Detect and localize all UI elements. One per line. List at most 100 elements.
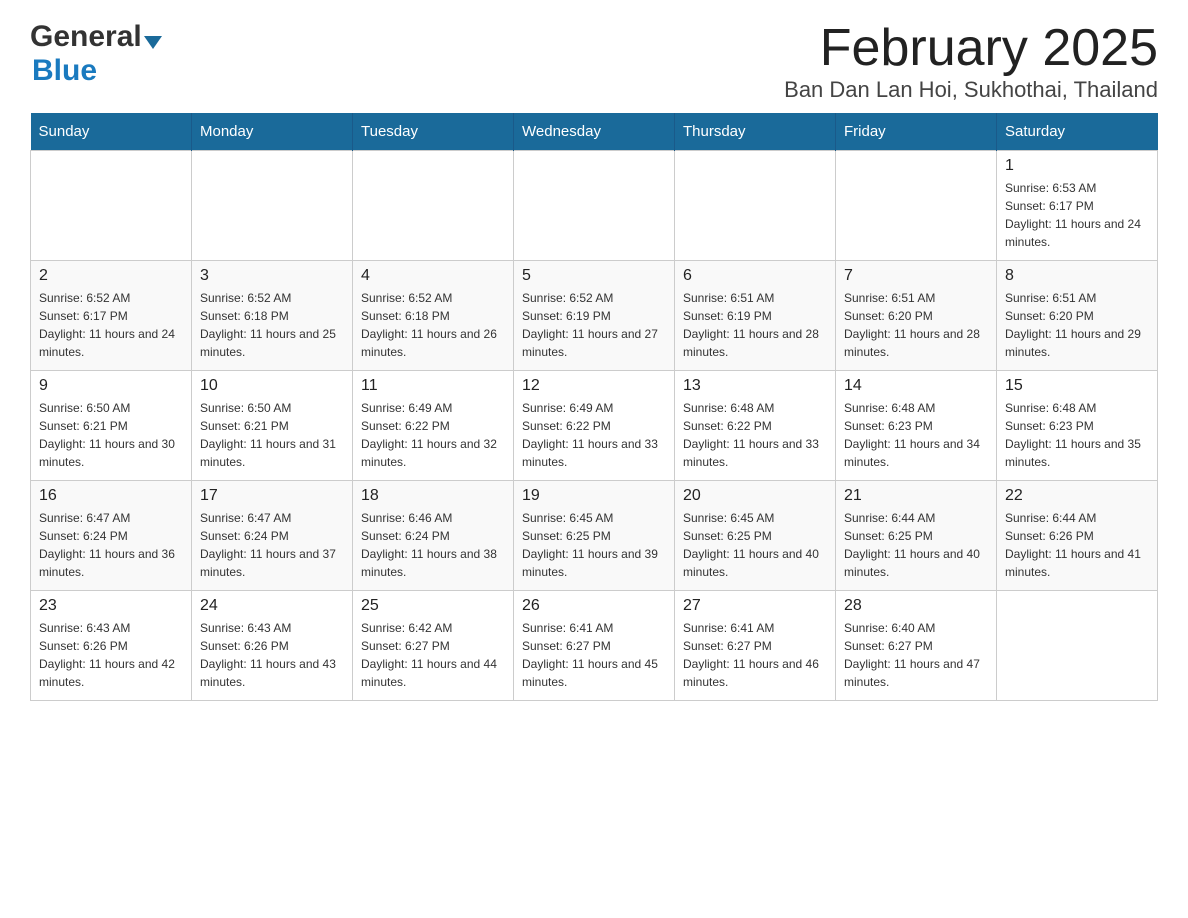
calendar-cell: 2 Sunrise: 6:52 AM Sunset: 6:17 PM Daylig… (31, 261, 192, 371)
day-number: 10 (200, 377, 344, 395)
day-number: 23 (39, 597, 183, 615)
title-block: February 2025 Ban Dan Lan Hoi, Sukhothai… (784, 20, 1158, 103)
day-info: Sunrise: 6:51 AM Sunset: 6:20 PM Dayligh… (1005, 289, 1149, 361)
calendar-cell: 7 Sunrise: 6:51 AM Sunset: 6:20 PM Daylig… (836, 261, 997, 371)
calendar-cell: 23 Sunrise: 6:43 AM Sunset: 6:26 PM Dayli… (31, 591, 192, 701)
calendar-cell: 27 Sunrise: 6:41 AM Sunset: 6:27 PM Dayli… (675, 591, 836, 701)
day-info: Sunrise: 6:50 AM Sunset: 6:21 PM Dayligh… (200, 399, 344, 471)
calendar-title: February 2025 (784, 20, 1158, 77)
day-info: Sunrise: 6:44 AM Sunset: 6:26 PM Dayligh… (1005, 509, 1149, 581)
calendar-cell: 9 Sunrise: 6:50 AM Sunset: 6:21 PM Daylig… (31, 371, 192, 481)
day-info: Sunrise: 6:51 AM Sunset: 6:20 PM Dayligh… (844, 289, 988, 361)
day-number: 22 (1005, 487, 1149, 505)
calendar-cell (31, 151, 192, 261)
day-number: 9 (39, 377, 183, 395)
calendar-cell: 19Sunrise: 6:45 AM Sunset: 6:25 PM Dayli… (514, 481, 675, 591)
calendar-cell: 14Sunrise: 6:48 AM Sunset: 6:23 PM Dayli… (836, 371, 997, 481)
day-info: Sunrise: 6:53 AM Sunset: 6:17 PM Dayligh… (1005, 179, 1149, 251)
calendar-cell: 22 Sunrise: 6:44 AM Sunset: 6:26 PM Dayli… (997, 481, 1158, 591)
calendar-cell: 18 Sunrise: 6:46 AM Sunset: 6:24 PM Dayli… (353, 481, 514, 591)
col-friday: Friday (836, 113, 997, 151)
day-number: 13 (683, 377, 827, 395)
day-info: Sunrise: 6:47 AM Sunset: 6:24 PM Dayligh… (200, 509, 344, 581)
calendar-week-row: 2 Sunrise: 6:52 AM Sunset: 6:17 PM Daylig… (31, 261, 1158, 371)
calendar-cell: 6Sunrise: 6:51 AM Sunset: 6:19 PM Daylig… (675, 261, 836, 371)
day-number: 26 (522, 597, 666, 615)
calendar-cell: 24 Sunrise: 6:43 AM Sunset: 6:26 PM Dayli… (192, 591, 353, 701)
calendar-header: Sunday Monday Tuesday Wednesday Thursday… (31, 113, 1158, 151)
day-number: 15 (1005, 377, 1149, 395)
day-number: 25 (361, 597, 505, 615)
day-number: 8 (1005, 267, 1149, 285)
day-info: Sunrise: 6:52 AM Sunset: 6:18 PM Dayligh… (200, 289, 344, 361)
col-tuesday: Tuesday (353, 113, 514, 151)
calendar-week-row: 16 Sunrise: 6:47 AM Sunset: 6:24 PM Dayli… (31, 481, 1158, 591)
day-number: 3 (200, 267, 344, 285)
day-number: 28 (844, 597, 988, 615)
col-thursday: Thursday (675, 113, 836, 151)
day-info: Sunrise: 6:48 AM Sunset: 6:23 PM Dayligh… (844, 399, 988, 471)
calendar-cell: 16 Sunrise: 6:47 AM Sunset: 6:24 PM Dayli… (31, 481, 192, 591)
calendar-cell: 15Sunrise: 6:48 AM Sunset: 6:23 PM Dayli… (997, 371, 1158, 481)
calendar-cell (353, 151, 514, 261)
col-monday: Monday (192, 113, 353, 151)
day-number: 7 (844, 267, 988, 285)
calendar-cell: 12Sunrise: 6:49 AM Sunset: 6:22 PM Dayli… (514, 371, 675, 481)
logo-general: General (30, 20, 142, 54)
day-info: Sunrise: 6:46 AM Sunset: 6:24 PM Dayligh… (361, 509, 505, 581)
day-info: Sunrise: 6:41 AM Sunset: 6:27 PM Dayligh… (522, 619, 666, 691)
calendar-cell: 5Sunrise: 6:52 AM Sunset: 6:19 PM Daylig… (514, 261, 675, 371)
day-info: Sunrise: 6:48 AM Sunset: 6:22 PM Dayligh… (683, 399, 827, 471)
calendar-cell: 13 Sunrise: 6:48 AM Sunset: 6:22 PM Dayli… (675, 371, 836, 481)
calendar-cell: 10 Sunrise: 6:50 AM Sunset: 6:21 PM Dayli… (192, 371, 353, 481)
header-row: Sunday Monday Tuesday Wednesday Thursday… (31, 113, 1158, 151)
calendar-cell: 26 Sunrise: 6:41 AM Sunset: 6:27 PM Dayli… (514, 591, 675, 701)
day-info: Sunrise: 6:47 AM Sunset: 6:24 PM Dayligh… (39, 509, 183, 581)
day-number: 24 (200, 597, 344, 615)
day-number: 2 (39, 267, 183, 285)
calendar-cell (675, 151, 836, 261)
calendar-cell (514, 151, 675, 261)
day-info: Sunrise: 6:49 AM Sunset: 6:22 PM Dayligh… (361, 399, 505, 471)
calendar-cell: 28 Sunrise: 6:40 AM Sunset: 6:27 PM Dayli… (836, 591, 997, 701)
day-info: Sunrise: 6:44 AM Sunset: 6:25 PM Dayligh… (844, 509, 988, 581)
logo-arrow-icon (144, 36, 162, 49)
day-info: Sunrise: 6:50 AM Sunset: 6:21 PM Dayligh… (39, 399, 183, 471)
day-number: 27 (683, 597, 827, 615)
page-header: General Blue February 2025 Ban Dan Lan H… (30, 20, 1158, 103)
calendar-subtitle: Ban Dan Lan Hoi, Sukhothai, Thailand (784, 77, 1158, 103)
calendar-cell (997, 591, 1158, 701)
day-info: Sunrise: 6:42 AM Sunset: 6:27 PM Dayligh… (361, 619, 505, 691)
calendar-cell: 1 Sunrise: 6:53 AM Sunset: 6:17 PM Daylig… (997, 151, 1158, 261)
calendar-week-row: 1 Sunrise: 6:53 AM Sunset: 6:17 PM Daylig… (31, 151, 1158, 261)
calendar-body: 1 Sunrise: 6:53 AM Sunset: 6:17 PM Daylig… (31, 151, 1158, 701)
calendar-cell: 20Sunrise: 6:45 AM Sunset: 6:25 PM Dayli… (675, 481, 836, 591)
day-number: 17 (200, 487, 344, 505)
day-number: 11 (361, 377, 505, 395)
day-number: 4 (361, 267, 505, 285)
day-info: Sunrise: 6:43 AM Sunset: 6:26 PM Dayligh… (39, 619, 183, 691)
calendar-cell: 3 Sunrise: 6:52 AM Sunset: 6:18 PM Daylig… (192, 261, 353, 371)
day-number: 1 (1005, 157, 1149, 175)
col-saturday: Saturday (997, 113, 1158, 151)
day-number: 16 (39, 487, 183, 505)
day-info: Sunrise: 6:45 AM Sunset: 6:25 PM Dayligh… (683, 509, 827, 581)
day-info: Sunrise: 6:40 AM Sunset: 6:27 PM Dayligh… (844, 619, 988, 691)
day-number: 19 (522, 487, 666, 505)
day-info: Sunrise: 6:52 AM Sunset: 6:18 PM Dayligh… (361, 289, 505, 361)
calendar-cell: 11 Sunrise: 6:49 AM Sunset: 6:22 PM Dayli… (353, 371, 514, 481)
day-number: 18 (361, 487, 505, 505)
calendar-week-row: 9 Sunrise: 6:50 AM Sunset: 6:21 PM Daylig… (31, 371, 1158, 481)
calendar-cell: 8 Sunrise: 6:51 AM Sunset: 6:20 PM Daylig… (997, 261, 1158, 371)
day-info: Sunrise: 6:41 AM Sunset: 6:27 PM Dayligh… (683, 619, 827, 691)
day-number: 5 (522, 267, 666, 285)
calendar-cell (192, 151, 353, 261)
calendar-table: Sunday Monday Tuesday Wednesday Thursday… (30, 113, 1158, 701)
calendar-cell: 25 Sunrise: 6:42 AM Sunset: 6:27 PM Dayli… (353, 591, 514, 701)
calendar-week-row: 23 Sunrise: 6:43 AM Sunset: 6:26 PM Dayli… (31, 591, 1158, 701)
day-number: 12 (522, 377, 666, 395)
day-info: Sunrise: 6:43 AM Sunset: 6:26 PM Dayligh… (200, 619, 344, 691)
day-info: Sunrise: 6:52 AM Sunset: 6:17 PM Dayligh… (39, 289, 183, 361)
calendar-cell: 17 Sunrise: 6:47 AM Sunset: 6:24 PM Dayli… (192, 481, 353, 591)
calendar-cell (836, 151, 997, 261)
